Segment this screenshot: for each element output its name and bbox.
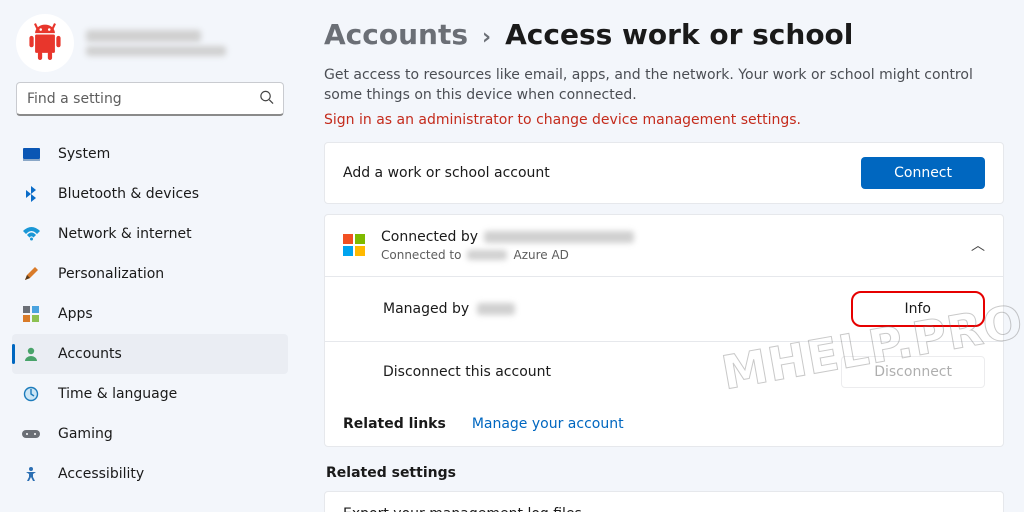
page-title: Access work or school	[505, 18, 853, 51]
search-field[interactable]	[16, 82, 284, 116]
chevron-up-icon: ︿	[971, 235, 985, 255]
nav-label: Accessibility	[58, 466, 144, 482]
system-icon	[22, 145, 40, 163]
nav-item-network[interactable]: Network & internet	[12, 214, 288, 254]
main-content: Accounts › Access work or school Get acc…	[300, 0, 1024, 512]
export-logs-card[interactable]: Export your management log files	[324, 491, 1004, 512]
wifi-icon	[22, 225, 40, 243]
gamepad-icon	[22, 425, 40, 443]
nav-item-apps[interactable]: Apps	[12, 294, 288, 334]
bluetooth-icon	[22, 185, 40, 203]
info-button[interactable]: Info	[851, 291, 986, 327]
nav-item-personalization[interactable]: Personalization	[12, 254, 288, 294]
managed-by-label: Managed by	[383, 301, 469, 317]
nav-item-gaming[interactable]: Gaming	[12, 414, 288, 454]
person-icon	[22, 345, 40, 363]
connected-account-header[interactable]: Connected by Connected to Azure AD ︿	[325, 215, 1003, 276]
user-account-header[interactable]	[0, 14, 300, 82]
search-icon	[259, 90, 274, 109]
related-links-title: Related links	[343, 416, 446, 432]
connected-to-redacted	[467, 250, 507, 260]
disconnect-label: Disconnect this account	[383, 364, 551, 380]
user-text	[86, 30, 226, 56]
connected-account-card: Connected by Connected to Azure AD ︿ Man…	[324, 214, 1004, 447]
nav-item-accessibility[interactable]: Accessibility	[12, 454, 288, 494]
chevron-right-icon: ›	[482, 25, 491, 50]
breadcrumb: Accounts › Access work or school	[324, 18, 1004, 51]
connected-by-label: Connected by	[381, 229, 478, 245]
nav: System Bluetooth & devices Network & int…	[0, 128, 300, 500]
connect-button[interactable]: Connect	[861, 157, 985, 189]
managed-by-redacted	[477, 303, 515, 315]
add-account-card: Add a work or school account Connect	[324, 142, 1004, 204]
sidebar: System Bluetooth & devices Network & int…	[0, 0, 300, 512]
connected-to-label: Connected to	[381, 248, 461, 262]
manage-account-link[interactable]: Manage your account	[472, 416, 624, 432]
microsoft-logo-icon	[343, 234, 365, 256]
managed-by-row: Managed by Info	[325, 276, 1003, 341]
nav-label: Bluetooth & devices	[58, 186, 199, 202]
add-account-label: Add a work or school account	[343, 165, 550, 181]
admin-warning: Sign in as an administrator to change de…	[324, 112, 1004, 128]
user-name-redacted	[86, 30, 201, 42]
nav-label: Gaming	[58, 426, 113, 442]
accessibility-icon	[22, 465, 40, 483]
search-input[interactable]	[16, 82, 284, 116]
related-settings-title: Related settings	[326, 465, 1004, 481]
nav-item-system[interactable]: System	[12, 134, 288, 174]
globe-clock-icon	[22, 385, 40, 403]
connected-by-redacted	[484, 231, 634, 243]
apps-icon	[22, 305, 40, 323]
user-avatar	[16, 14, 74, 72]
nav-item-time-language[interactable]: Time & language	[12, 374, 288, 414]
android-icon	[28, 23, 62, 63]
nav-label: Time & language	[58, 386, 177, 402]
breadcrumb-root[interactable]: Accounts	[324, 18, 468, 51]
page-description: Get access to resources like email, apps…	[324, 65, 1004, 106]
nav-label: System	[58, 146, 110, 162]
nav-label: Accounts	[58, 346, 122, 362]
nav-label: Network & internet	[58, 226, 192, 242]
disconnect-row: Disconnect this account Disconnect	[325, 341, 1003, 402]
connected-to-suffix: Azure AD	[513, 248, 568, 262]
nav-item-bluetooth[interactable]: Bluetooth & devices	[12, 174, 288, 214]
user-email-redacted	[86, 46, 226, 56]
nav-label: Apps	[58, 306, 93, 322]
export-logs-label: Export your management log files	[343, 506, 582, 512]
brush-icon	[22, 265, 40, 283]
related-links-row: Related links Manage your account	[325, 402, 1003, 446]
nav-item-accounts[interactable]: Accounts	[12, 334, 288, 374]
nav-label: Personalization	[58, 266, 164, 282]
disconnect-button[interactable]: Disconnect	[841, 356, 985, 388]
